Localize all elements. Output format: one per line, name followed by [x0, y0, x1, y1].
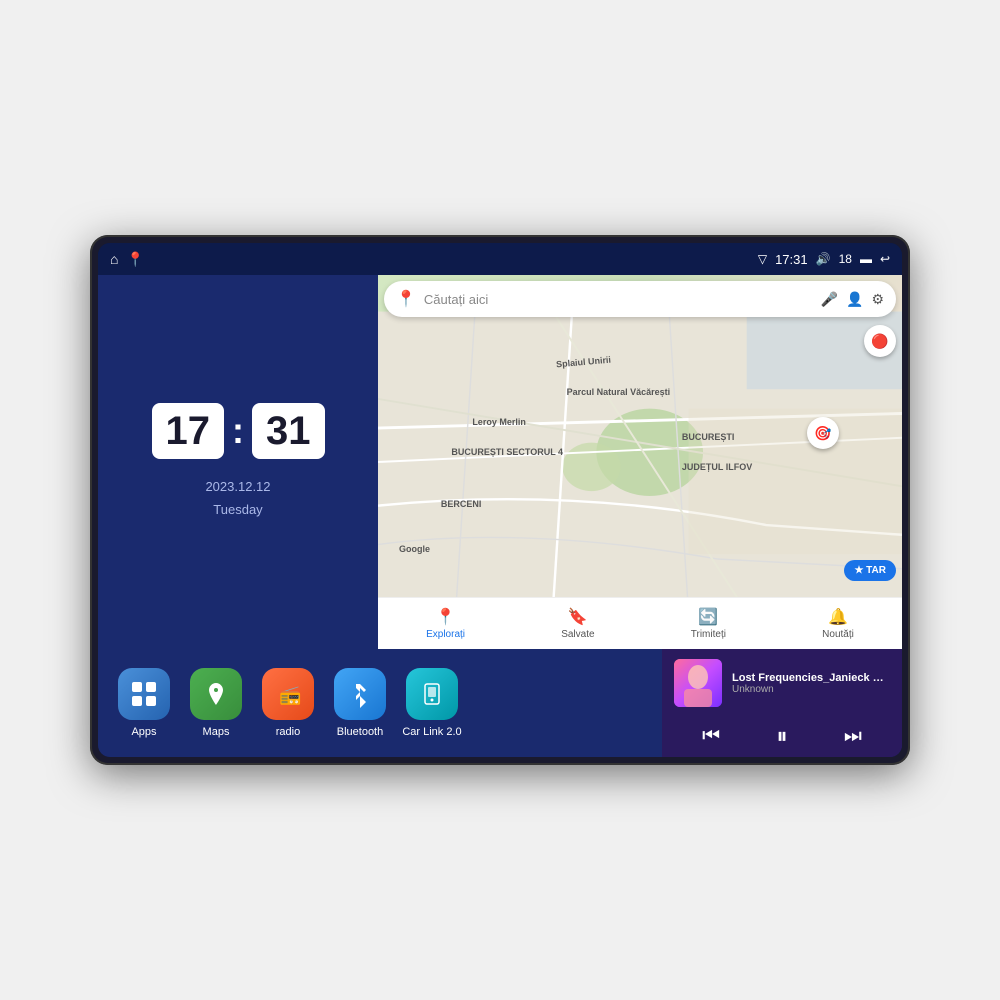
status-bar: ⌂ 📍 ▽ 17:31 🔊 18 ▬ ↩	[98, 243, 902, 275]
app-item-radio[interactable]: 📻 radio	[258, 668, 318, 738]
explore-label: Explorați	[426, 629, 465, 640]
app-item-apps[interactable]: Apps	[114, 668, 174, 738]
map-voice-icon[interactable]: 🎤	[821, 291, 838, 308]
map-svg	[378, 275, 902, 649]
map-nav-saved[interactable]: 🔖 Salvate	[561, 607, 594, 640]
signal-icon: ▽	[758, 252, 767, 266]
map-nav-explore[interactable]: 📍 Explorați	[426, 607, 465, 640]
music-thumbnail	[674, 659, 722, 707]
explore-icon: 📍	[436, 607, 456, 627]
map-account-icon[interactable]: 👤	[846, 291, 863, 308]
clock-hours: 17	[152, 403, 225, 459]
status-time: 17:31	[775, 252, 808, 267]
clock-minutes: 31	[252, 403, 325, 459]
radio-icon: 📻	[262, 668, 314, 720]
date-display: 2023.12.12 Tuesday	[205, 475, 270, 522]
app-item-maps[interactable]: Maps	[186, 668, 246, 738]
music-play-button[interactable]: ⏸	[768, 719, 795, 753]
send-icon: 🔄	[698, 607, 718, 627]
map-bottom-bar: 📍 Explorați 🔖 Salvate 🔄 Trimiteți �	[378, 597, 902, 649]
device-screen: ⌂ 📍 ▽ 17:31 🔊 18 ▬ ↩ 17 : 31	[98, 243, 902, 757]
carlink-icon	[406, 668, 458, 720]
music-title: Lost Frequencies_Janieck Devy-...	[732, 672, 890, 684]
map-label-sector4: BUCUREȘTI SECTORUL 4	[451, 447, 563, 457]
home-icon[interactable]: ⌂	[110, 251, 118, 267]
compass-button[interactable]: 🔴	[864, 325, 896, 357]
map-label-google: Google	[399, 544, 430, 554]
music-info: Lost Frequencies_Janieck Devy-... Unknow…	[674, 659, 890, 707]
apps-icon	[118, 668, 170, 720]
music-next-button[interactable]: ⏭	[836, 721, 870, 752]
map-location-btn[interactable]: 🎯	[807, 417, 839, 449]
map-label-bucuresti: BUCUREȘTI	[682, 432, 735, 442]
maps-label: Maps	[203, 726, 230, 738]
carlink-label: Car Link 2.0	[402, 726, 461, 738]
map-search-pin-icon: 📍	[396, 289, 416, 309]
map-label-leroy: Leroy Merlin	[472, 417, 526, 427]
map-label-ilfov: JUDEȚUL ILFOV	[682, 462, 752, 472]
music-artist: Unknown	[732, 684, 890, 695]
navigate-button[interactable]: ★ TAR	[844, 560, 896, 581]
map-area[interactable]: TRAPEZULUI BUCUREȘTI JUDEȚUL ILFOV Parcu…	[378, 275, 902, 649]
map-settings-icon[interactable]: ⚙	[871, 291, 884, 308]
main-content: 17 : 31 2023.12.12 Tuesday	[98, 275, 902, 649]
clock-panel: 17 : 31 2023.12.12 Tuesday	[98, 275, 378, 649]
app-item-carlink[interactable]: Car Link 2.0	[402, 668, 462, 738]
battery-icon: ▬	[860, 252, 872, 266]
navigation-icon[interactable]: 📍	[126, 251, 143, 268]
map-search-bar[interactable]: 📍 Căutați aici 🎤 👤 ⚙	[384, 281, 896, 317]
map-panel[interactable]: TRAPEZULUI BUCUREȘTI JUDEȚUL ILFOV Parcu…	[378, 275, 902, 649]
saved-label: Salvate	[561, 629, 594, 640]
svg-text:📻: 📻	[279, 685, 301, 705]
back-button[interactable]: ↩	[880, 252, 890, 266]
map-search-text[interactable]: Căutați aici	[424, 292, 813, 307]
apps-label: Apps	[131, 726, 156, 738]
map-label-parc: Parcul Natural Văcărești	[567, 387, 671, 397]
maps-icon	[190, 668, 242, 720]
saved-icon: 🔖	[568, 607, 588, 627]
map-nav-send[interactable]: 🔄 Trimiteți	[691, 607, 726, 640]
app-icons-row: Apps Maps 📻 radi	[98, 649, 662, 757]
map-nav-news[interactable]: 🔔 Noutăți	[822, 607, 854, 640]
status-left-icons: ⌂ 📍	[110, 251, 144, 268]
device-frame: ⌂ 📍 ▽ 17:31 🔊 18 ▬ ↩ 17 : 31	[90, 235, 910, 765]
volume-level: 18	[839, 252, 852, 266]
day-text: Tuesday	[205, 498, 270, 521]
status-right-info: ▽ 17:31 🔊 18 ▬ ↩	[758, 252, 890, 267]
app-item-bluetooth[interactable]: Bluetooth	[330, 668, 390, 738]
radio-label: radio	[276, 726, 300, 738]
music-controls: ⏮ ⏸ ⏭	[674, 719, 890, 753]
map-label-berceni: BERCENI	[441, 499, 482, 509]
volume-icon: 🔊	[816, 252, 831, 266]
send-label: Trimiteți	[691, 629, 726, 640]
map-search-actions: 🎤 👤 ⚙	[821, 291, 884, 308]
bottom-section: Apps Maps 📻 radi	[98, 649, 902, 757]
bluetooth-label: Bluetooth	[337, 726, 383, 738]
bluetooth-icon	[334, 668, 386, 720]
music-text: Lost Frequencies_Janieck Devy-... Unknow…	[732, 672, 890, 695]
date-text: 2023.12.12	[205, 475, 270, 498]
news-icon: 🔔	[828, 607, 848, 627]
clock-display: 17 : 31	[152, 403, 325, 459]
music-player: Lost Frequencies_Janieck Devy-... Unknow…	[662, 649, 902, 757]
music-prev-button[interactable]: ⏮	[694, 721, 728, 752]
clock-colon: :	[232, 410, 244, 452]
news-label: Noutăți	[822, 629, 854, 640]
